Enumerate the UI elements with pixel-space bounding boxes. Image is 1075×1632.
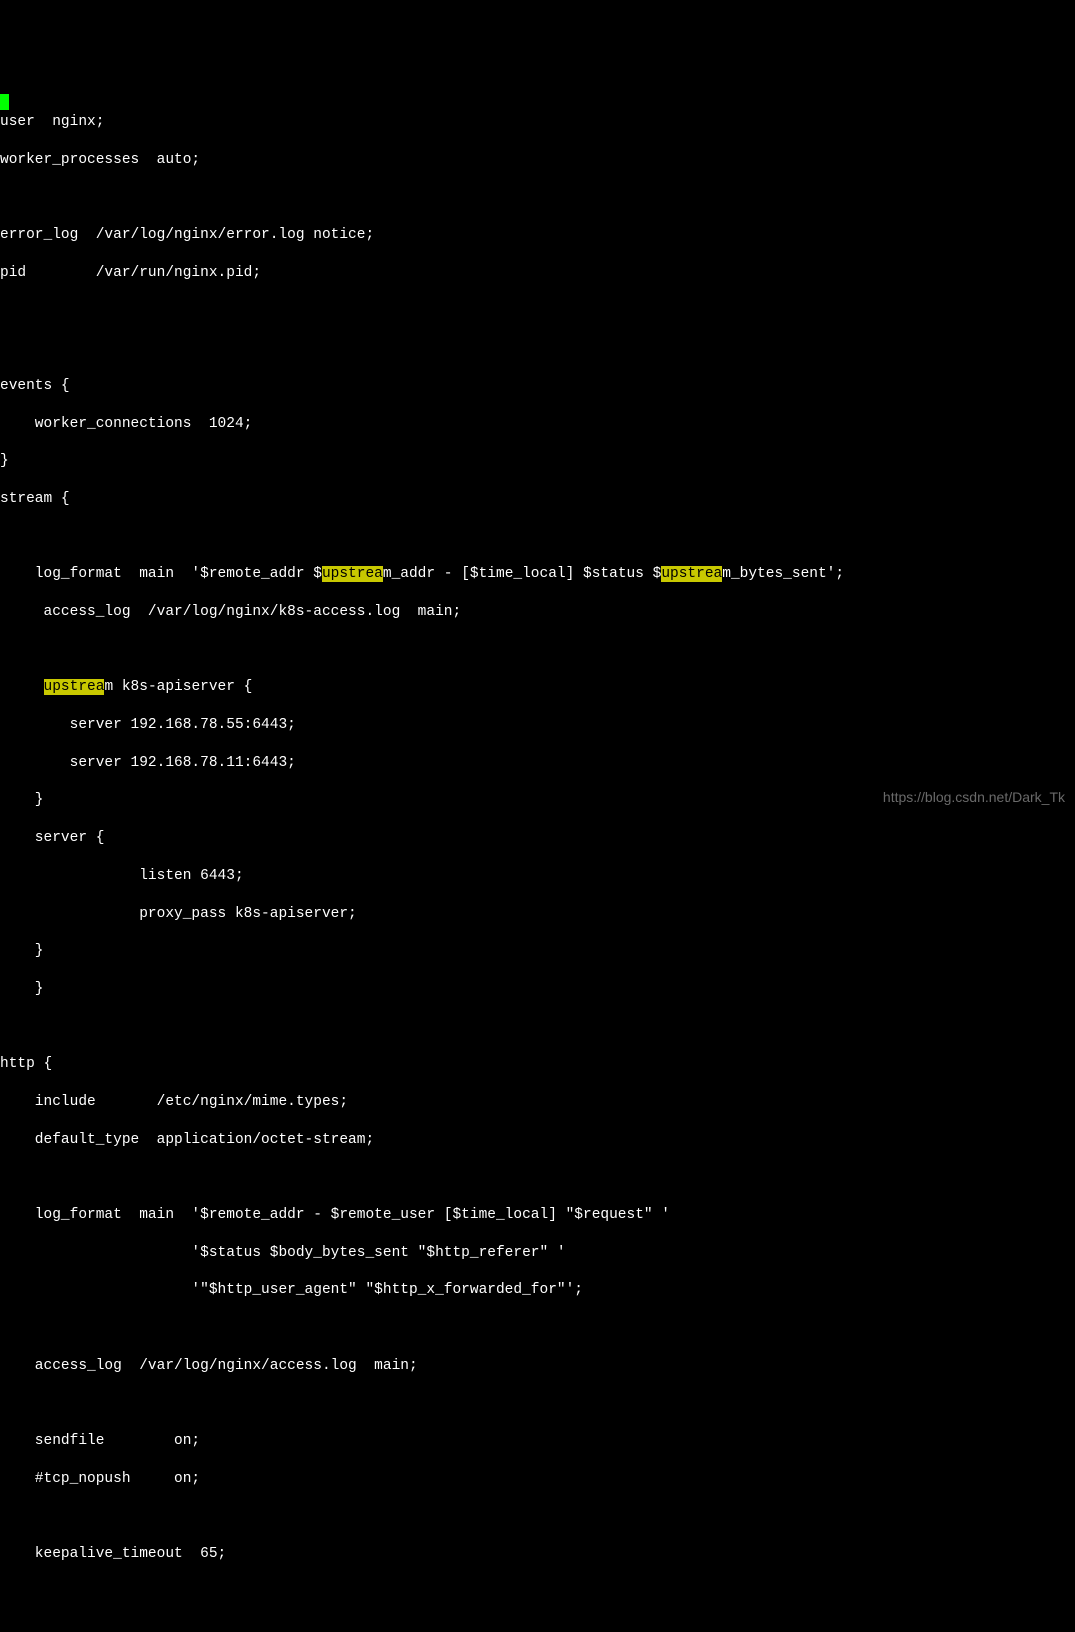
config-line: server 192.168.78.11:6443; (0, 754, 1075, 773)
config-line: sendfile on; (0, 1432, 1075, 1451)
config-line: default_type application/octet-stream; (0, 1131, 1075, 1150)
config-line: access_log /var/log/nginx/access.log mai… (0, 1357, 1075, 1376)
config-line: worker_processes auto; (0, 151, 1075, 170)
terminal-cursor (0, 94, 9, 110)
text-segment: m k8s-apiserver { (104, 679, 252, 695)
text-segment: m_addr - [$time_local] $status $ (383, 566, 661, 582)
config-line: upstream k8s-apiserver { (0, 678, 1075, 697)
watermark-text: https://blog.csdn.net/Dark_Tk (883, 788, 1065, 806)
config-line: error_log /var/log/nginx/error.log notic… (0, 226, 1075, 245)
config-line: server 192.168.78.55:6443; (0, 716, 1075, 735)
terminal-viewport[interactable]: user nginx; worker_processes auto; error… (0, 75, 1075, 1583)
text-segment: m_bytes_sent'; (722, 566, 844, 582)
config-line: #tcp_nopush on; (0, 1470, 1075, 1489)
config-line: } (0, 980, 1075, 999)
config-line (0, 188, 1075, 207)
config-line (0, 1394, 1075, 1413)
config-line: events { (0, 377, 1075, 396)
config-line: } (0, 942, 1075, 961)
config-line: access_log /var/log/nginx/k8s-access.log… (0, 603, 1075, 622)
config-line: log_format main '$remote_addr $upstream_… (0, 565, 1075, 584)
config-line: pid /var/run/nginx.pid; (0, 264, 1075, 283)
search-highlight: upstrea (44, 679, 105, 695)
search-highlight: upstrea (661, 566, 722, 582)
config-line: user nginx; (0, 113, 1075, 132)
config-line (0, 1018, 1075, 1037)
config-line: stream { (0, 490, 1075, 509)
search-highlight: upstrea (322, 566, 383, 582)
config-line (0, 302, 1075, 321)
config-line (0, 339, 1075, 358)
config-line (0, 1168, 1075, 1187)
config-line: listen 6443; (0, 867, 1075, 886)
config-line: keepalive_timeout 65; (0, 1545, 1075, 1564)
config-line: '"$http_user_agent" "$http_x_forwarded_f… (0, 1281, 1075, 1300)
config-line: } (0, 452, 1075, 471)
config-line: '$status $body_bytes_sent "$http_referer… (0, 1244, 1075, 1263)
config-line: include /etc/nginx/mime.types; (0, 1093, 1075, 1112)
text-segment (0, 679, 44, 695)
config-line: server { (0, 829, 1075, 848)
config-line (0, 1319, 1075, 1338)
text-segment: log_format main '$remote_addr $ (0, 566, 322, 582)
config-line: worker_connections 1024; (0, 415, 1075, 434)
config-line (0, 641, 1075, 660)
config-line: http { (0, 1055, 1075, 1074)
config-line (0, 528, 1075, 547)
config-line: proxy_pass k8s-apiserver; (0, 905, 1075, 924)
config-line (0, 1508, 1075, 1527)
config-line: log_format main '$remote_addr - $remote_… (0, 1206, 1075, 1225)
